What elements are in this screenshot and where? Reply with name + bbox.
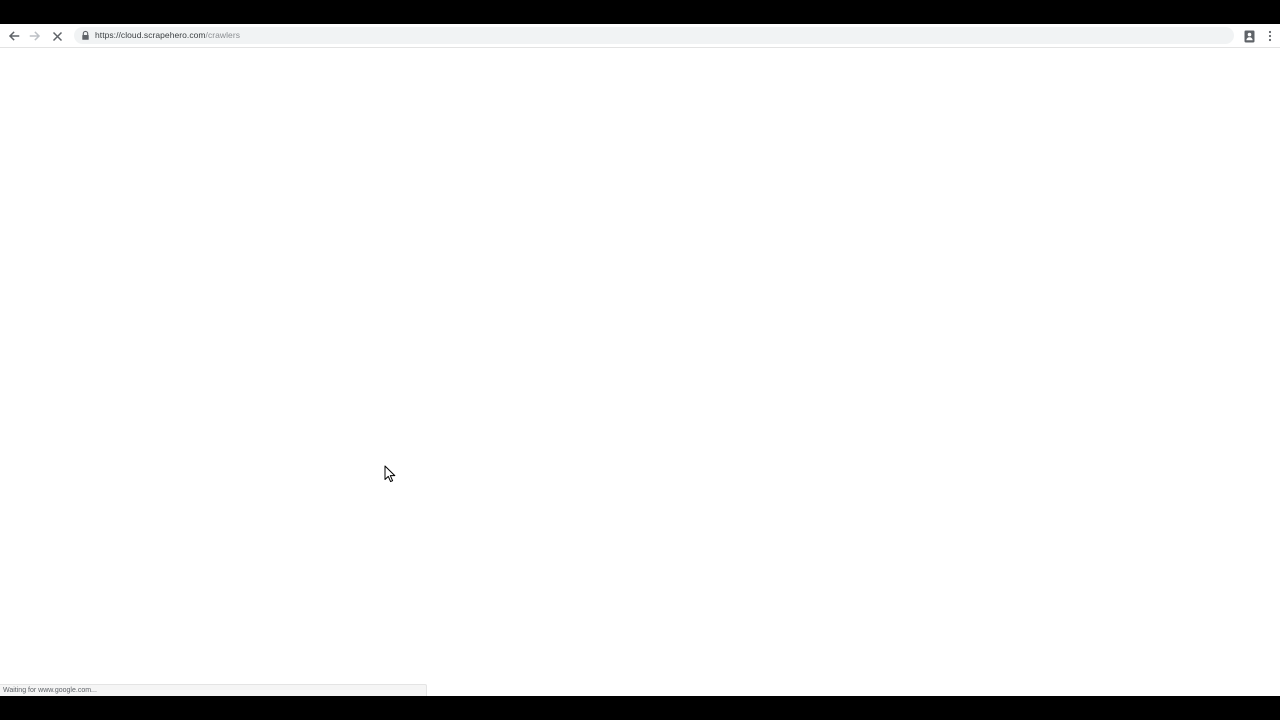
close-icon bbox=[52, 31, 62, 41]
page-content-blank: Waiting for www.google.com... bbox=[0, 48, 1280, 696]
arrow-left-icon bbox=[8, 31, 20, 41]
url-host: https://cloud.scrapehero.com bbox=[95, 30, 206, 40]
arrow-right-icon bbox=[29, 31, 41, 41]
browser-window: https://cloud.scrapehero.com/crawlers Wa… bbox=[0, 24, 1280, 696]
kebab-menu-icon bbox=[1268, 30, 1272, 42]
status-bubble: Waiting for www.google.com... bbox=[0, 684, 427, 696]
stop-loading-button[interactable] bbox=[48, 27, 66, 45]
letterbox-bottom bbox=[0, 696, 1280, 720]
browser-toolbar: https://cloud.scrapehero.com/crawlers bbox=[0, 24, 1280, 48]
profile-button[interactable] bbox=[1241, 27, 1257, 45]
letterbox-top bbox=[0, 0, 1280, 24]
back-button[interactable] bbox=[5, 27, 23, 45]
url-path: /crawlers bbox=[205, 30, 241, 40]
forward-button[interactable] bbox=[26, 27, 44, 45]
address-bar[interactable]: https://cloud.scrapehero.com/crawlers bbox=[74, 27, 1234, 44]
lock-icon bbox=[82, 30, 89, 40]
status-text: Waiting for www.google.com... bbox=[3, 687, 97, 694]
profile-icon bbox=[1244, 30, 1254, 42]
url-text[interactable]: https://cloud.scrapehero.com/crawlers bbox=[95, 29, 240, 42]
browser-menu-button[interactable] bbox=[1263, 27, 1277, 45]
